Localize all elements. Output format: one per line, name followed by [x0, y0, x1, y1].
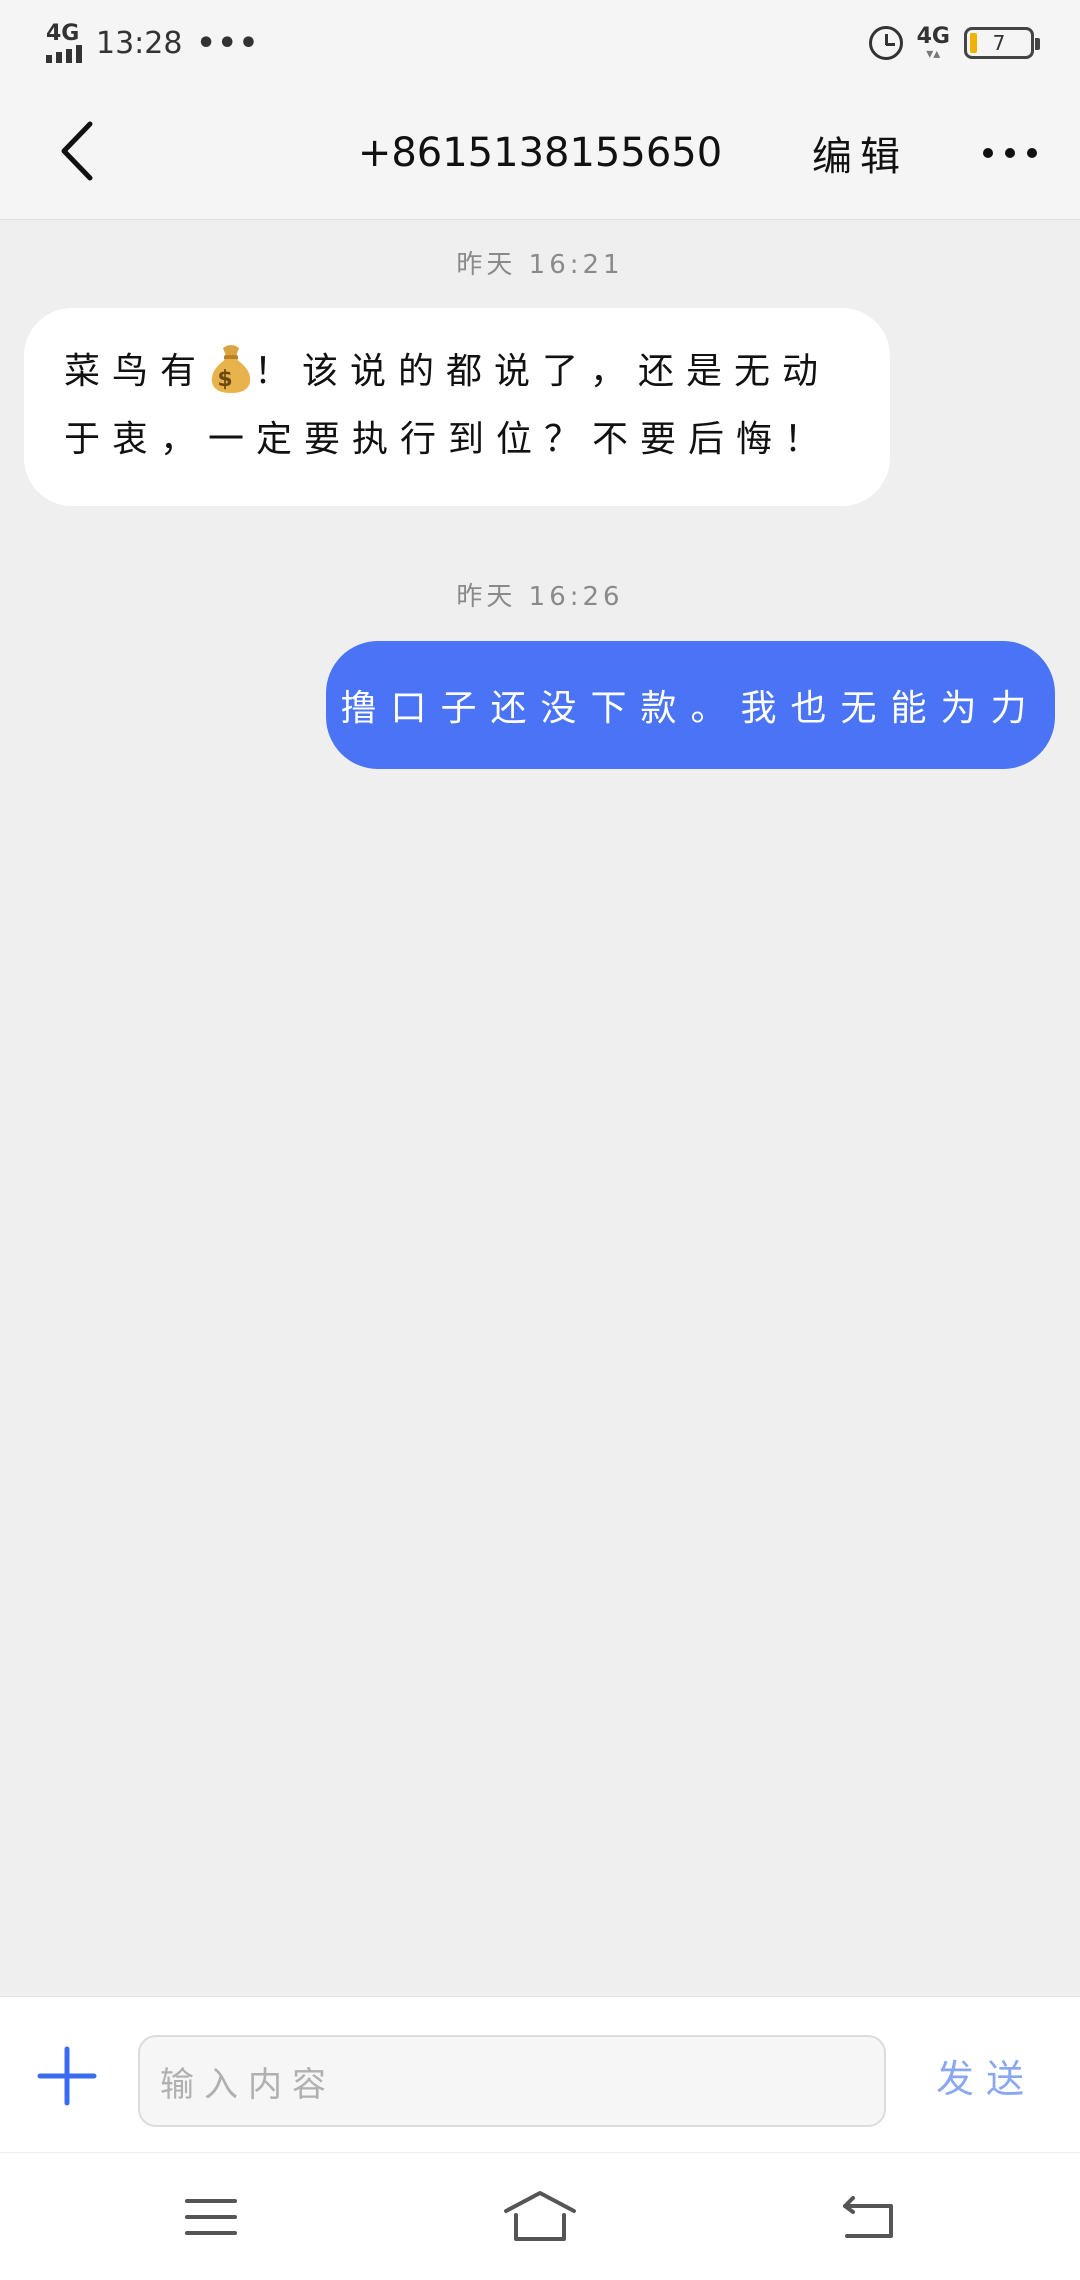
battery-level: 7: [992, 31, 1006, 55]
more-notifications-icon: •••: [196, 25, 260, 61]
status-left: 4G 13:28 •••: [46, 23, 260, 63]
contact-phone-number: +8615138155650: [357, 130, 723, 176]
message-input-placeholder: 输入内容: [160, 2064, 336, 2105]
status-right: 4G ▾▴ 7: [868, 24, 1040, 62]
more-options-button[interactable]: [970, 86, 1050, 220]
message-text: 撸口子还没下款。我也无能为力: [340, 688, 1041, 729]
back-button[interactable]: [48, 116, 108, 186]
system-navigation-bar: [0, 2152, 1080, 2280]
outgoing-message-bubble[interactable]: 撸口子还没下款。我也无能为力: [326, 641, 1055, 769]
conversation-header: +8615138155650 编辑: [0, 86, 1080, 220]
svg-text:$: $: [217, 367, 244, 392]
message-timestamp: 昨天 16:21: [456, 250, 624, 280]
menu-button[interactable]: [166, 2177, 256, 2257]
message-timestamp: 昨天 16:26: [456, 582, 624, 612]
cellular-signal-icon: 4G: [46, 23, 82, 63]
message-text: 菜鸟有: [64, 351, 209, 392]
chevron-left-icon: [61, 121, 93, 181]
home-button[interactable]: [495, 2177, 585, 2257]
network-type-label: 4G: [46, 21, 80, 46]
more-dot-icon: [1005, 148, 1015, 158]
alarm-clock-icon: [868, 26, 903, 60]
money-bag-icon: $: [211, 345, 251, 393]
send-button[interactable]: 发送: [936, 1997, 1036, 2153]
menu-icon: [185, 2199, 237, 2235]
back-nav-button[interactable]: [824, 2177, 914, 2257]
status-bar: 4G 13:28 ••• 4G ▾▴ 7: [0, 0, 1080, 86]
network-activity-icon: 4G ▾▴: [916, 24, 950, 62]
compose-bar: 输入内容 发送: [0, 1996, 1080, 2152]
network-type-label-right: 4G: [916, 24, 950, 49]
status-time: 13:28: [96, 25, 183, 61]
more-dot-icon: [1027, 148, 1037, 158]
attach-button[interactable]: [36, 2045, 98, 2107]
edit-button[interactable]: 编辑: [812, 86, 908, 220]
message-input[interactable]: 输入内容: [138, 2035, 886, 2127]
return-icon: [843, 2196, 893, 2238]
battery-icon: 7: [964, 27, 1040, 59]
sms-conversation-screen: 4G 13:28 ••• 4G ▾▴ 7 +8615138155650 编辑 昨…: [0, 0, 1080, 2280]
incoming-message-bubble[interactable]: 菜鸟有 $ ！该说的都说了，还是无动于衷，一定要执行到位？不要后悔！: [24, 308, 890, 506]
plus-icon: [37, 2046, 97, 2106]
home-icon: [504, 2191, 576, 2241]
more-dot-icon: [983, 148, 993, 158]
